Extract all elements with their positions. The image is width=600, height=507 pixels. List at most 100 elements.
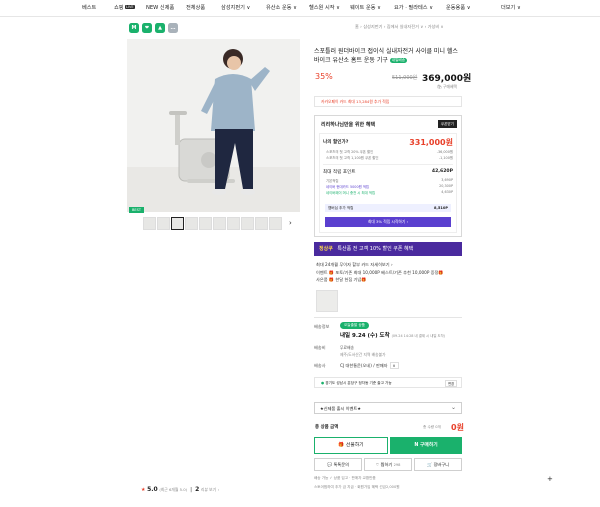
delivery-badge: 내일배송	[389, 58, 408, 63]
location-pin-icon: ●	[321, 380, 325, 385]
product-title: 스포틀러 원더바이크 접이식 실내자전거 사이클 미니 헬스 바이크 유산소 홈…	[314, 48, 458, 64]
heart-icon[interactable]: ❤	[142, 23, 152, 33]
cart-button[interactable]: 🛒 장바구니	[414, 458, 462, 471]
points-value: 42,620P	[431, 169, 453, 174]
change-location-button[interactable]: 변경	[445, 380, 457, 387]
cart-icon: 🛒	[427, 462, 433, 467]
purchase-benefit-link[interactable]: 🛍 구매혜택	[437, 84, 457, 90]
nav-cat-1[interactable]: 삼성지펀기 ∨	[221, 4, 250, 11]
card-benefit[interactable]: 카카오페이 카드 최대 13,284원 추가 적립	[314, 96, 462, 107]
membership-row: 멤버십 추가 적립 8,510P	[325, 204, 451, 212]
fee-label: 배송비	[314, 345, 326, 350]
today-ship-badge: 오늘출발 상품	[340, 322, 369, 329]
ship-location: ● 경기도 성남시 분당구 정자동 기준 출고 가능 변경	[314, 377, 462, 388]
rating-note: (최근 6개월 5.0)	[159, 487, 188, 492]
thumbnail[interactable]	[199, 217, 212, 230]
footer-note[interactable]: 스토어찜하여 추가 금 지급 · 회원가입 혜택 선금2,000원	[314, 485, 400, 490]
talk-inquiry-button[interactable]: 💬 톡톡문의	[314, 458, 362, 471]
ship-location-text: 경기도 성남시 분당구 정자동 기준 출고 가능	[325, 380, 392, 385]
thumbnail[interactable]	[171, 217, 184, 230]
mybest-row-value: -1,100원	[438, 156, 453, 160]
review-count: 2	[195, 486, 200, 493]
option-select-value: ★신제품 출시 이벤트★	[320, 406, 361, 411]
total-amount: 0원	[451, 423, 464, 432]
nav-new[interactable]: NEW 신제품	[146, 4, 174, 11]
mybest-row-label: 스포츠의 첫 고객 20% 쿠폰 할인	[326, 150, 374, 154]
store-badge-icon[interactable]: M	[129, 23, 139, 33]
option-select[interactable]: ★신제품 출시 이벤트★ ⌄	[314, 402, 462, 414]
gift-image[interactable]	[316, 290, 338, 312]
buy-button[interactable]: N 구매하기	[390, 437, 462, 454]
plus-icon[interactable]: +	[547, 475, 553, 483]
nav-cat-3[interactable]: 헬스원 시작 ∨	[309, 4, 340, 11]
total-label: 총 상품 금액	[315, 425, 339, 430]
nav-cat-5[interactable]: 요가 · 필라테스 ∨	[394, 4, 433, 11]
original-price: 511,000원	[392, 75, 418, 81]
mybest-price: 331,000원	[409, 138, 453, 147]
shipping-fee-note: 제주/도서산간 지역 배송불가	[340, 352, 386, 357]
product-main-image[interactable]	[127, 39, 300, 212]
event-line[interactable]: 최대 24개월 무이자 할부 카드 자세히보기 ›	[316, 261, 444, 269]
chat-icon: 💬	[327, 462, 333, 467]
points-row-label[interactable]: 네이버 현대카드 5000원 적립	[326, 184, 369, 189]
thumbnail[interactable]	[185, 217, 198, 230]
mybest-row-label: 스포츠의 첫 고객 1,100원 쿠폰 할인	[326, 156, 379, 160]
more-icon[interactable]: …	[168, 23, 178, 33]
thumbnail[interactable]	[241, 217, 254, 230]
rating-summary[interactable]: ★ 5.0 (최근 6개월 5.0) | 2 리뷰 보기 ›	[141, 486, 219, 493]
membership-value: 8,510P	[433, 205, 448, 210]
nav-best[interactable]: 베스트	[82, 4, 96, 11]
benefit-box: 리리하나님만을 위한 혜택 쿠폰받기 나의 할인가? 331,000원 스포츠의…	[314, 115, 462, 237]
top-nav: 베스트 쇼핑 LIVE NEW 신제품 전체상품 삼성지펀기 ∨ 유산소 운동 ∨…	[0, 0, 600, 17]
chevron-right-icon: ›	[217, 487, 220, 492]
events-list: 최대 24개월 무이자 할부 카드 자세히보기 › 이벤트 🎁 포토/기존 최대…	[316, 261, 444, 284]
thumbnail[interactable]	[143, 217, 156, 230]
nav-shopping-live[interactable]: 쇼핑 LIVE	[114, 4, 136, 11]
npay-icon: N	[414, 443, 419, 448]
grade-icon[interactable]: ▲	[155, 23, 165, 33]
gift-button[interactable]: 🎁 선물하기	[314, 437, 388, 454]
nav-cat-2[interactable]: 유산소 운동 ∨	[266, 4, 297, 11]
nav-cat-6[interactable]: 운동용품 ∨	[446, 4, 471, 11]
carrier[interactable]: CJ 대한통운(오네) / 판매자 ∨	[340, 362, 399, 369]
star-icon: ★	[141, 487, 146, 493]
gift-icon: 🎁	[338, 443, 345, 448]
nav-more[interactable]: 더보기 ∨	[501, 4, 521, 11]
store-badges: M ❤ ▲ …	[129, 23, 178, 33]
thumbnail[interactable]	[227, 217, 240, 230]
points-row-value: 20,300P	[439, 184, 453, 188]
chevron-down-icon: ⌄	[450, 404, 456, 411]
points-row-label[interactable]: 네이버페이 머니 충전 시 최대 적립	[326, 190, 375, 195]
thumbnail-strip	[143, 217, 282, 230]
mybest-label: 나의 할인가?	[323, 140, 349, 145]
nav-all[interactable]: 전체상품	[186, 4, 205, 11]
coupon-button[interactable]: 쿠폰받기	[437, 120, 457, 128]
benefit-header: 리리하나님만을 위한 혜택	[321, 122, 376, 128]
points-label: 최대 적립 포인트	[323, 170, 356, 175]
product-photo	[169, 49, 270, 195]
review-link[interactable]: 리뷰 보기	[201, 487, 216, 492]
live-badge: LIVE	[124, 5, 136, 9]
shipping-label: 배송정보	[314, 324, 330, 329]
best-tag: BEST	[129, 207, 144, 213]
thumbnail[interactable]	[269, 217, 282, 230]
membership-cta-button[interactable]: 최대 3% 적립 시작하기 ›	[325, 217, 451, 227]
chevron-down-icon: ∨	[389, 362, 399, 369]
thumbnail[interactable]	[213, 217, 226, 230]
nav-cat-4[interactable]: 웨이트 운동 ∨	[350, 4, 381, 11]
event-line: 이벤트 🎁 포토/기존 최대 10,000P 베스트/기존 추천 10,000P…	[316, 269, 444, 275]
promo-accent: 정상쿠	[319, 246, 333, 252]
wish-button[interactable]: ♡ 찜하기 298	[364, 458, 412, 471]
thumbnail[interactable]	[157, 217, 170, 230]
event-line: 사은품 🎁 한달 헌집 기념🎁	[316, 277, 367, 282]
points-row-value: 3,690P	[441, 178, 453, 182]
membership-label: 멤버십 추가 적립	[328, 205, 354, 210]
rating-score: 5.0	[147, 486, 158, 493]
promo-banner[interactable]: 정상쿠 특산품 전 고객 10% 할인 쿠폰 혜택	[314, 242, 462, 256]
breadcrumb[interactable]: 홈 › 삼성지펀기 › 집에서 실내자전거 ∨ › 가성비 ∨	[355, 24, 444, 30]
divider	[323, 164, 453, 165]
thumbnail[interactable]	[255, 217, 268, 230]
points-row-label: 기본적립	[326, 179, 339, 183]
footer-note[interactable]: 배송 가능 ✓ 상품 입고 · 판매자 교환반품	[314, 476, 376, 481]
thumbnail-next-icon[interactable]: ›	[289, 219, 292, 227]
